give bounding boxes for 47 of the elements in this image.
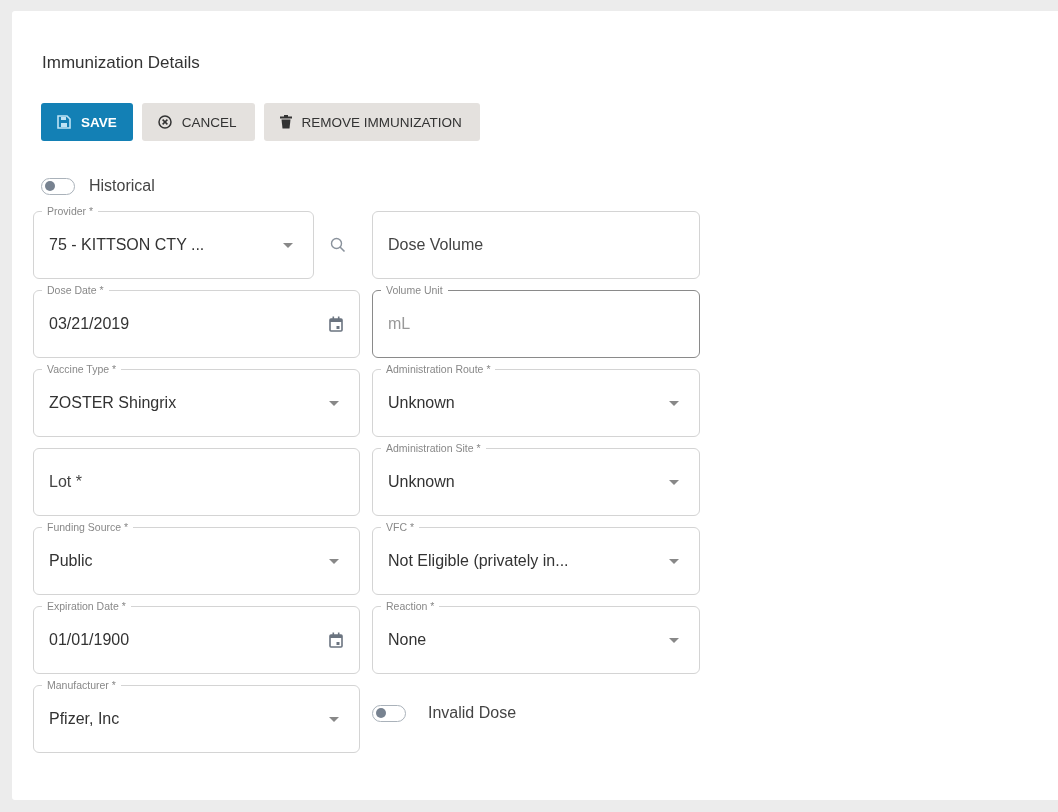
cancel-button[interactable]: CANCEL [141, 103, 255, 141]
field-value: 03/21/2019 [49, 315, 131, 333]
field-label: Administration Route * [381, 363, 496, 376]
caret-icon [669, 479, 679, 485]
trash-icon [279, 115, 292, 129]
toggle-switch[interactable] [372, 704, 406, 722]
field-value: ZOSTER Shingrix [49, 394, 178, 412]
calendar-icon [329, 316, 343, 332]
caret-icon [669, 558, 679, 564]
field-value: 01/01/1900 [49, 631, 131, 649]
remove-button[interactable]: REMOVE IMMUNIZATION [263, 103, 480, 141]
field-label: Reaction * [381, 600, 440, 613]
caret-icon [669, 637, 679, 643]
input-field[interactable]: Dose Volume [372, 211, 700, 279]
field-label: Manufacturer * [42, 679, 121, 692]
field-label: VFC * [381, 521, 419, 534]
save-button[interactable]: SAVE [41, 103, 133, 141]
field-label: Expiration Date * [42, 600, 131, 613]
field-value: Unknown [388, 473, 456, 491]
field-label: Dose Date * [42, 284, 109, 297]
toggle-label: Historical [89, 177, 155, 195]
field-placeholder: Lot * [49, 473, 83, 491]
field-label: Provider * [42, 205, 99, 218]
toggle-switch[interactable] [41, 177, 75, 195]
field-value: mL [388, 315, 412, 333]
page-title: Immunization Details [42, 52, 201, 74]
field-value: Not Eligible (privately in... [388, 552, 570, 570]
field-placeholder: Dose Volume [388, 236, 485, 254]
toggle-label: Invalid Dose [428, 704, 517, 722]
field-value: Unknown [388, 394, 456, 412]
field-label: Funding Source * [42, 521, 134, 534]
field-value: None [388, 631, 428, 649]
field-value: Pfizer, Inc [49, 710, 121, 728]
caret-icon [329, 716, 339, 722]
field-label: Vaccine Type * [42, 363, 122, 376]
caret-icon [669, 400, 679, 406]
input-field[interactable]: Lot * [33, 448, 360, 516]
calendar-icon [329, 632, 343, 648]
caret-icon [283, 242, 293, 248]
caret-icon [329, 400, 339, 406]
field-label: Volume Unit [381, 284, 448, 297]
field-label: Administration Site * [381, 442, 486, 455]
field-value: 75 - KITTSON CTY ... [49, 236, 206, 254]
cancel-icon [157, 115, 172, 129]
caret-icon [329, 558, 339, 564]
field-value: Public [49, 552, 94, 570]
search-icon[interactable] [330, 237, 346, 253]
